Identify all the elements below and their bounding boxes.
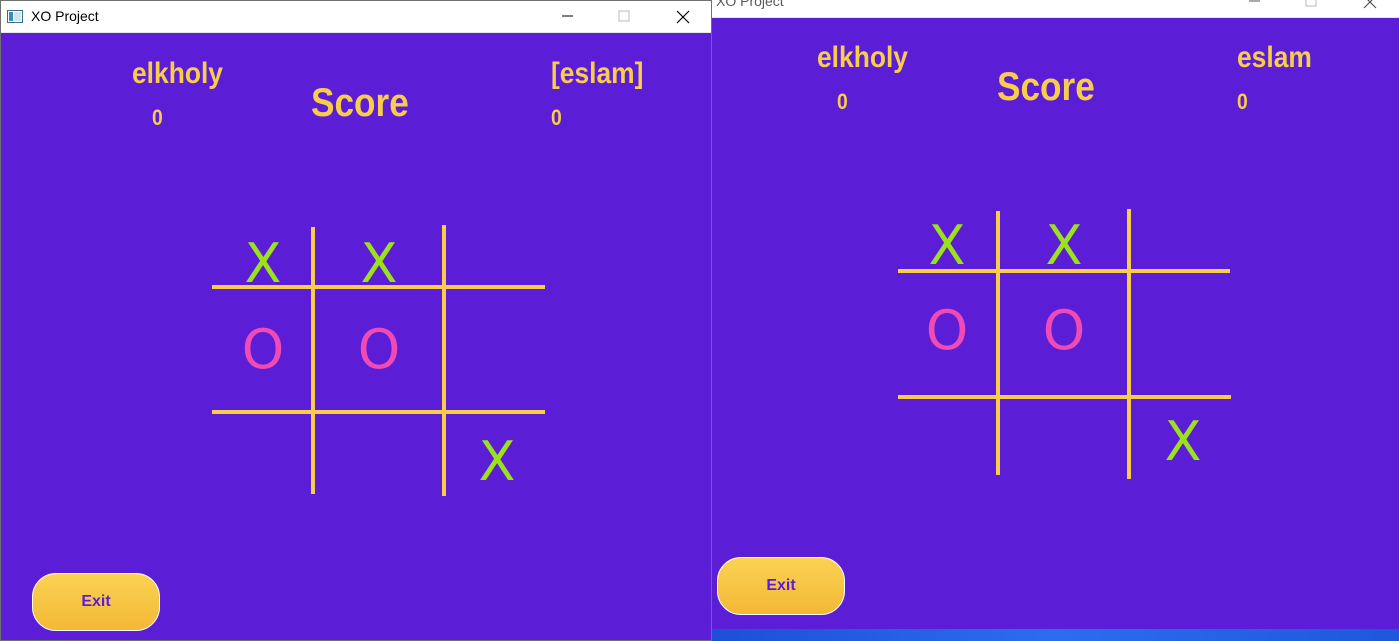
xo-window-right: XO Project elkholy 0 Score eslam 0 X X O… <box>712 0 1399 629</box>
cell-3[interactable]: O <box>907 304 987 358</box>
title-bar[interactable]: XO Project <box>712 0 1399 18</box>
cell-1[interactable]: X <box>339 237 419 291</box>
maximize-button[interactable] <box>601 1 647 32</box>
player2-score: 0 <box>1237 89 1248 114</box>
exit-button[interactable]: Exit <box>32 573 160 631</box>
player1-name: elkholy <box>132 57 223 90</box>
minimize-button[interactable] <box>545 1 591 32</box>
app-icon <box>7 10 23 23</box>
player1-score: 0 <box>837 89 848 114</box>
player2-name: [eslam] <box>551 57 644 90</box>
player2-score: 0 <box>551 105 562 130</box>
close-button[interactable] <box>659 1 705 32</box>
close-icon <box>676 10 690 24</box>
title-bar[interactable]: XO Project <box>1 1 711 33</box>
score-title: Score <box>311 81 409 125</box>
cell-8[interactable]: X <box>1143 415 1223 469</box>
game-board: X X O O X <box>897 209 1232 481</box>
window-title: XO Project <box>31 8 99 24</box>
cell-4[interactable]: O <box>339 323 419 377</box>
player1-name: elkholy <box>817 41 908 74</box>
minimize-icon <box>1249 0 1260 2</box>
cell-0[interactable]: X <box>223 237 303 291</box>
exit-button[interactable]: Exit <box>717 557 845 615</box>
cell-4[interactable]: O <box>1024 304 1104 358</box>
maximize-icon <box>1305 0 1317 7</box>
cell-8[interactable]: X <box>457 435 537 489</box>
xo-window-left: XO Project elkholy 0 Score [eslam] 0 X X… <box>0 0 712 641</box>
minimize-icon <box>562 15 573 17</box>
minimize-button[interactable] <box>1232 0 1278 17</box>
cell-0[interactable]: X <box>907 219 987 273</box>
maximize-icon <box>618 10 630 22</box>
game-board: X X O O X <box>211 225 546 497</box>
score-title: Score <box>997 65 1095 109</box>
cell-1[interactable]: X <box>1024 219 1104 273</box>
window-title: XO Project <box>716 0 784 9</box>
close-button[interactable] <box>1346 0 1392 17</box>
player2-name: eslam <box>1237 41 1312 74</box>
cell-3[interactable]: O <box>223 323 303 377</box>
player1-score: 0 <box>152 105 163 130</box>
close-icon <box>1363 0 1377 9</box>
maximize-button[interactable] <box>1288 0 1334 17</box>
